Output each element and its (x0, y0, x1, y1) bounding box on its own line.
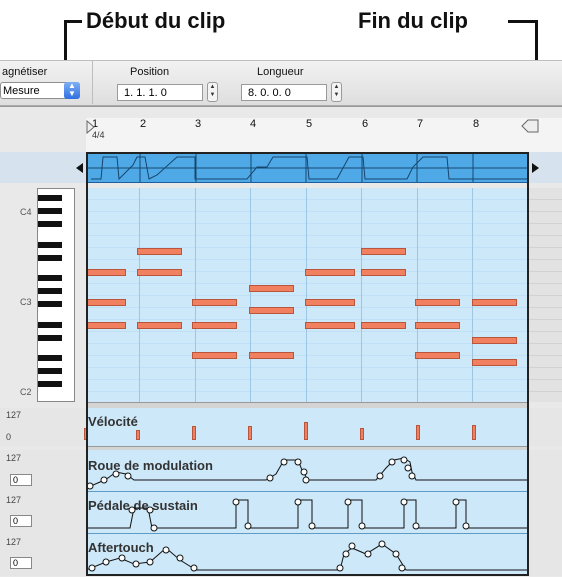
midi-note[interactable] (86, 269, 126, 276)
midi-note[interactable] (192, 352, 237, 359)
midi-note[interactable] (361, 269, 406, 276)
note-label-c3: C3 (20, 297, 32, 307)
clip-start-callout: Début du clip (86, 8, 226, 33)
sustain-max-label: 127 (6, 495, 22, 505)
length-field[interactable]: 8. 0. 0. 0 (241, 84, 327, 101)
midi-note[interactable] (137, 322, 182, 329)
midi-note[interactable] (472, 359, 517, 366)
velocity-bar[interactable] (248, 426, 252, 440)
midi-note[interactable] (249, 285, 294, 292)
aftertouch-value-field[interactable]: 0 (10, 557, 32, 569)
position-field[interactable]: 1. 1. 1. 0 (117, 84, 203, 101)
midi-note[interactable] (137, 269, 182, 276)
bar-ruler[interactable]: 1 2 3 4 5 6 7 8 (86, 118, 562, 153)
velocity-bar[interactable] (84, 428, 88, 440)
clip-overview-strip[interactable] (86, 152, 529, 183)
aftertouch-max-label: 127 (6, 537, 22, 547)
quantize-value: Mesure (3, 85, 40, 97)
bar-number: 2 (140, 118, 147, 130)
midi-note[interactable] (361, 248, 406, 255)
length-label: Longueur (257, 66, 304, 78)
midi-note[interactable] (249, 307, 294, 314)
quantize-select[interactable]: Mesure ▲ ▼ (0, 82, 80, 99)
clip-end-callout: Fin du clip (358, 8, 468, 33)
velocity-bar[interactable] (136, 430, 140, 440)
bar-number: 7 (417, 118, 424, 130)
sustain-value-field[interactable]: 0 (10, 515, 32, 527)
velocity-bar[interactable] (416, 425, 420, 440)
midi-note[interactable] (192, 322, 237, 329)
piano-keyboard[interactable] (37, 188, 75, 402)
position-label: Position (130, 66, 170, 78)
velocity-bar[interactable] (192, 426, 196, 440)
velocity-lane-title: Vélocité (88, 414, 138, 429)
midi-note[interactable] (86, 322, 126, 329)
midi-note[interactable] (415, 322, 460, 329)
midi-note[interactable] (137, 248, 182, 255)
velocity-bar[interactable] (472, 425, 476, 440)
midi-note[interactable] (415, 299, 460, 306)
midi-note[interactable] (305, 299, 355, 306)
midi-note[interactable] (361, 322, 406, 329)
length-stepper[interactable]: ▲ ▼ (331, 82, 342, 102)
quantize-label: agnétiser (2, 66, 48, 78)
midi-note[interactable] (192, 299, 237, 306)
note-label-c4: C4 (20, 207, 32, 217)
left-arrow-icon[interactable] (76, 163, 84, 173)
bar-number: 4 (250, 118, 257, 130)
bar-number: 5 (306, 118, 313, 130)
velocity-min-label: 0 (6, 432, 12, 442)
modwheel-max-label: 127 (6, 453, 22, 463)
note-label-c2: C2 (20, 387, 32, 397)
bar-number: 8 (473, 118, 480, 130)
loop-brace-icon (521, 119, 539, 133)
velocity-bar[interactable] (304, 422, 308, 440)
midi-note[interactable] (472, 337, 517, 344)
velocity-bar[interactable] (360, 428, 364, 440)
clip-end-callout-line (508, 20, 538, 23)
start-marker-icon[interactable] (86, 120, 96, 134)
velocity-max-label: 127 (6, 410, 22, 420)
select-arrows-icon[interactable]: ▲ ▼ (64, 82, 80, 99)
controller-envelopes[interactable] (86, 450, 529, 576)
midi-note[interactable] (415, 352, 460, 359)
piano-roll-grid[interactable] (86, 188, 529, 402)
modwheel-value-field[interactable]: 0 (10, 474, 32, 486)
bar-number: 3 (195, 118, 202, 130)
midi-note[interactable] (472, 299, 517, 306)
midi-note[interactable] (305, 269, 355, 276)
right-arrow-icon[interactable] (532, 163, 540, 173)
bar-number: 6 (362, 118, 369, 130)
clip-overview-envelope (87, 153, 528, 182)
midi-note[interactable] (249, 352, 294, 359)
midi-note[interactable] (86, 299, 126, 306)
midi-note[interactable] (305, 322, 355, 329)
position-stepper[interactable]: ▲ ▼ (207, 82, 218, 102)
